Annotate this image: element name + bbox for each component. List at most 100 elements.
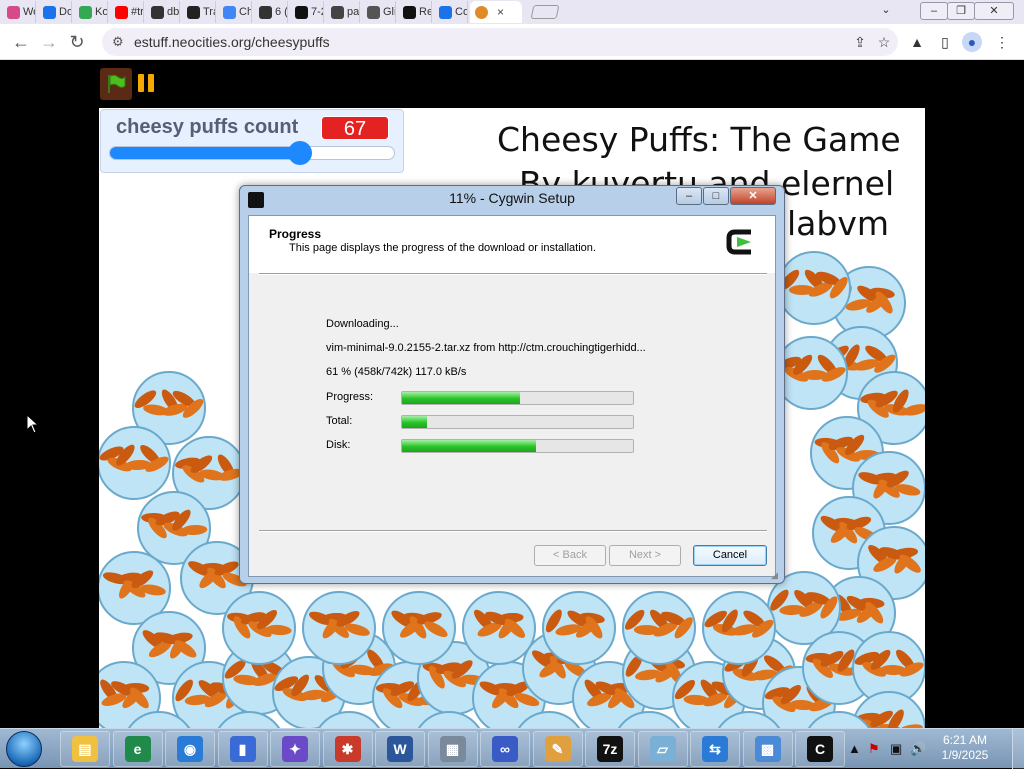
tab-label: 7-2 <box>311 6 324 18</box>
back-button[interactable]: < Back <box>534 545 606 566</box>
bookmark-star-icon[interactable]: ☆ <box>874 32 894 52</box>
installer-icon: ▦ <box>440 736 466 762</box>
taskbar-network-button[interactable]: ▩ <box>743 731 793 767</box>
resize-grip-icon[interactable]: ◢ <box>771 570 781 580</box>
new-tab-button[interactable] <box>531 5 560 19</box>
close-tab-icon[interactable]: × <box>497 5 504 19</box>
tab-6[interactable]: Tra <box>182 1 216 23</box>
taskbar-installer-button[interactable]: ▦ <box>428 731 478 767</box>
green-flag-button[interactable] <box>100 68 132 100</box>
tab-favicon-icon <box>295 6 308 19</box>
taskbar-remote-button[interactable]: ⇆ <box>690 731 740 767</box>
tab-4[interactable]: #tr <box>110 1 144 23</box>
disk-bar-label: Disk: <box>326 439 350 451</box>
reload-icon[interactable]: ↻ <box>66 31 88 53</box>
pause-button[interactable] <box>138 74 156 94</box>
close-window-icon[interactable]: ✕ <box>974 2 1014 20</box>
taskbar-infinity-button[interactable]: ∞ <box>480 731 530 767</box>
value-slider[interactable] <box>109 146 395 160</box>
wizard-header: Progress This page displays the progress… <box>249 216 775 273</box>
cancel-button[interactable]: Cancel <box>693 545 767 566</box>
tab-active[interactable]: × <box>470 1 522 23</box>
action-center-flag-icon[interactable]: ⚑ <box>868 733 880 765</box>
tab-3[interactable]: Ko <box>74 1 108 23</box>
tab-label: Ch <box>239 6 252 18</box>
taskbar-notepad-button[interactable]: ▱ <box>638 731 688 767</box>
taskbar-browser-button[interactable]: ◉ <box>165 731 215 767</box>
browser-tab-bar: WoDoKo#trdbTraCh6 (7-2paGliReCo × ⌄ – ❐ … <box>0 0 1024 24</box>
volume-icon[interactable]: 🔊 <box>910 733 926 765</box>
taskbar-cygwin-button[interactable]: C <box>795 731 845 767</box>
tray-expand-icon[interactable]: ▲ <box>848 733 861 765</box>
tab-10[interactable]: pa <box>326 1 360 23</box>
show-desktop-button[interactable] <box>1012 729 1024 769</box>
tab-12[interactable]: Re <box>398 1 432 23</box>
tab-11[interactable]: Gli <box>362 1 396 23</box>
dialog-minimize-icon[interactable]: – <box>676 187 702 205</box>
taskbar-word-button[interactable]: W <box>375 731 425 767</box>
system-tray: ▲ ⚑ ▣ 🔊 <box>846 733 926 765</box>
share-icon[interactable]: ⇪ <box>850 32 870 52</box>
progress-bar-fill <box>402 392 520 404</box>
side-panel-icon[interactable]: ▯ <box>935 32 955 52</box>
taskbar-game-button[interactable]: ✦ <box>270 731 320 767</box>
next-button[interactable]: Next > <box>609 545 681 566</box>
forward-arrow-icon[interactable]: → <box>38 31 60 53</box>
cheesy-puff-bowl <box>702 592 776 664</box>
extension-icon[interactable]: ▲ <box>907 32 927 52</box>
taskbar-7z-button[interactable]: 7z <box>585 731 635 767</box>
tab-7[interactable]: Ch <box>218 1 252 23</box>
start-button-icon[interactable] <box>6 731 42 767</box>
browser-icon: ◉ <box>177 736 203 762</box>
dialog-close-icon[interactable]: ✕ <box>730 187 776 205</box>
cheesy-puff-bowl <box>543 592 615 664</box>
cheesy-puff-bowl <box>622 592 696 664</box>
tab-favicon-icon <box>7 6 20 19</box>
clock-time: 6:21 AM <box>930 733 1000 748</box>
tab-2[interactable]: Do <box>38 1 72 23</box>
dialog-maximize-icon[interactable]: □ <box>703 187 729 205</box>
tab-label: Ko <box>95 6 108 18</box>
profile-avatar-icon[interactable]: ● <box>962 32 982 52</box>
tab-favicon-icon <box>151 6 164 19</box>
restore-icon[interactable]: ❐ <box>947 2 975 20</box>
cheesy-puff-bowl <box>777 252 851 324</box>
taskbar-clock[interactable]: 6:21 AM 1/9/2025 <box>930 733 1000 763</box>
network-icon[interactable]: ▣ <box>890 733 902 765</box>
back-arrow-icon[interactable]: ← <box>10 31 32 53</box>
wizard-header-description: This page displays the progress of the d… <box>289 242 596 254</box>
cheesy-puff-bowl <box>303 592 375 664</box>
minimize-icon[interactable]: – <box>920 2 948 20</box>
tab-8[interactable]: 6 ( <box>254 1 288 23</box>
disk-bar-fill <box>402 440 536 452</box>
monitor-value: 67 <box>321 116 389 140</box>
site-info-icon[interactable]: ⚙ <box>112 28 124 56</box>
tab-1[interactable]: Wo <box>2 1 36 23</box>
taskbar-paint-button[interactable]: ✎ <box>533 731 583 767</box>
slider-knob[interactable] <box>288 141 312 165</box>
menu-dots-icon[interactable]: ⋮ <box>992 32 1012 52</box>
tab-13[interactable]: Co <box>434 1 468 23</box>
tab-9[interactable]: 7-2 <box>290 1 324 23</box>
remote-icon: ⇆ <box>702 736 728 762</box>
network-icon: ▩ <box>755 736 781 762</box>
tab-label: Gli <box>383 6 396 18</box>
variable-slider-monitor: cheesy puffs count 67 <box>100 109 404 173</box>
tab-search-chevron-icon[interactable]: ⌄ <box>872 2 900 20</box>
taskbar-explorer-button[interactable]: ▤ <box>60 731 110 767</box>
infinity-icon: ∞ <box>492 736 518 762</box>
cygwin-setup-dialog: 11% - Cygwin Setup – □ ✕ Progress This p… <box>239 185 785 584</box>
game-icon: ✦ <box>282 736 308 762</box>
taskbar-usb-button[interactable]: ▮ <box>218 731 268 767</box>
tab-favicon-icon <box>259 6 272 19</box>
download-file-text: vim-minimal-9.0.2155-2.tar.xz from http:… <box>326 342 646 354</box>
tab-5[interactable]: db <box>146 1 180 23</box>
address-bar[interactable]: ⚙ estuff.neocities.org/cheesypuffs <box>102 28 898 56</box>
usb-icon: ▮ <box>230 736 256 762</box>
wizard-header-title: Progress <box>269 227 321 241</box>
cheesy-puff-bowl <box>223 592 295 664</box>
taskbar-spider-button[interactable]: ✱ <box>323 731 373 767</box>
windows-taskbar: ▤e ◉ ▮ ✦ ✱W ▦ ∞ ✎7z▱ ⇆ ▩ C ▲ ⚑ ▣ 🔊 6:21 AM 1/9/202… <box>0 728 1024 768</box>
game-title-line-1: Cheesy Puffs: The Game <box>497 120 901 159</box>
taskbar-edge-button[interactable]: e <box>113 731 163 767</box>
